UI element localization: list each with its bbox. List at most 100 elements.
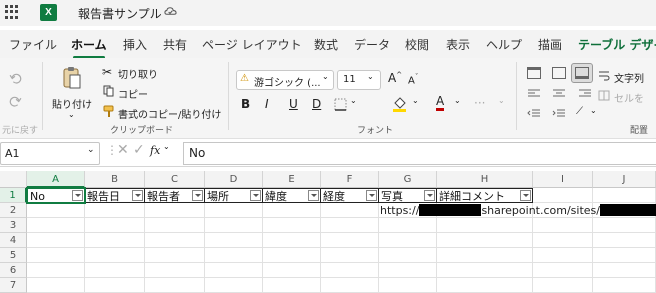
- table-header-cell[interactable]: 場所: [205, 188, 263, 203]
- grid-cell[interactable]: [85, 248, 145, 263]
- italic-button[interactable]: I: [265, 97, 269, 111]
- grid-cell[interactable]: [85, 263, 145, 278]
- cancel-icon[interactable]: ✕: [117, 142, 129, 158]
- grid-cell[interactable]: [145, 218, 205, 233]
- grid-cell[interactable]: [379, 248, 437, 263]
- saved-cloud-icon[interactable]: [164, 5, 177, 18]
- grid-cell[interactable]: [379, 263, 437, 278]
- row-header-3[interactable]: 3: [0, 218, 27, 233]
- fill-color-icon[interactable]: [392, 96, 408, 112]
- grid-cell[interactable]: [27, 278, 85, 293]
- table-header-cell[interactable]: 詳細コメント: [437, 188, 533, 203]
- name-box[interactable]: A1 ⌄: [0, 142, 100, 165]
- column-header-c[interactable]: C: [145, 171, 205, 188]
- chevron-down-icon[interactable]: ⌄: [590, 106, 597, 115]
- row-header-6[interactable]: 6: [0, 263, 27, 278]
- column-header-j[interactable]: J: [593, 171, 656, 188]
- tab-draw[interactable]: 描画: [538, 36, 562, 53]
- tab-formulas[interactable]: 数式: [314, 36, 338, 53]
- column-header-h[interactable]: H: [437, 171, 533, 188]
- filter-dropdown-icon[interactable]: [72, 190, 83, 201]
- grid-cell[interactable]: [437, 278, 533, 293]
- column-header-e[interactable]: E: [263, 171, 321, 188]
- grid-cell[interactable]: [145, 263, 205, 278]
- grid-cell[interactable]: [321, 248, 379, 263]
- align-top-icon[interactable]: [527, 67, 541, 79]
- grid-cell[interactable]: [85, 278, 145, 293]
- grid-cell[interactable]: [533, 218, 593, 233]
- tab-page-layout[interactable]: ページ レイアウト: [202, 36, 302, 53]
- grid-cell[interactable]: [205, 218, 263, 233]
- grid-cell[interactable]: [263, 203, 321, 218]
- grid-cell[interactable]: [593, 188, 656, 203]
- filter-dropdown-icon[interactable]: [424, 190, 435, 201]
- row-header-1[interactable]: 1: [0, 188, 27, 203]
- grid-cell[interactable]: [205, 233, 263, 248]
- wrap-text-icon[interactable]: [598, 70, 610, 82]
- confirm-icon[interactable]: ✓: [133, 142, 145, 158]
- grid-cell[interactable]: [145, 233, 205, 248]
- table-header-cell[interactable]: 経度: [321, 188, 379, 203]
- cut-label[interactable]: 切り取り: [118, 66, 158, 81]
- column-header-d[interactable]: D: [205, 171, 263, 188]
- grid-cell[interactable]: [533, 233, 593, 248]
- grid-cell[interactable]: [593, 263, 656, 278]
- undo-icon[interactable]: [9, 72, 22, 85]
- orientation-icon[interactable]: ⟋: [576, 106, 583, 117]
- grid-cell[interactable]: [321, 218, 379, 233]
- borders-icon[interactable]: [334, 98, 347, 111]
- decrease-indent-icon[interactable]: [527, 108, 541, 118]
- grid-cell[interactable]: [321, 203, 379, 218]
- row-header-4[interactable]: 4: [0, 233, 27, 248]
- tab-share[interactable]: 共有: [163, 36, 187, 53]
- grid-cell[interactable]: [533, 278, 593, 293]
- grid-cell[interactable]: [85, 218, 145, 233]
- grid-cell[interactable]: [27, 218, 85, 233]
- grow-font-icon[interactable]: A^: [388, 71, 402, 85]
- grid-cell[interactable]: [145, 248, 205, 263]
- filter-dropdown-icon[interactable]: [308, 190, 319, 201]
- column-header-f[interactable]: F: [321, 171, 379, 188]
- chevron-down-icon[interactable]: ⌄: [350, 96, 357, 105]
- tab-review[interactable]: 校閲: [405, 36, 429, 53]
- insert-function-icon[interactable]: fx: [150, 144, 160, 157]
- filter-dropdown-icon[interactable]: [132, 190, 143, 201]
- shrink-font-icon[interactable]: Aˇ: [408, 73, 418, 86]
- grid-cell[interactable]: [263, 218, 321, 233]
- grid-cell[interactable]: [145, 203, 205, 218]
- grid-cell[interactable]: [593, 278, 656, 293]
- paste-label[interactable]: 貼り付け: [52, 96, 92, 111]
- grid-cell[interactable]: [205, 203, 263, 218]
- chevron-down-icon[interactable]: ⌄: [163, 142, 170, 151]
- grid-cell[interactable]: [263, 263, 321, 278]
- underline-button[interactable]: U: [289, 97, 298, 111]
- chevron-down-icon[interactable]: ⌄: [412, 96, 419, 105]
- grid-cell[interactable]: [593, 233, 656, 248]
- align-left-icon[interactable]: [527, 88, 541, 98]
- grid-cell[interactable]: [593, 218, 656, 233]
- grid-cell[interactable]: [85, 233, 145, 248]
- copy-label[interactable]: コピー: [118, 86, 148, 101]
- paste-dropdown-chevron-icon[interactable]: ⌄: [68, 110, 75, 119]
- row-header-2[interactable]: 2: [0, 203, 27, 218]
- grid-cell[interactable]: [533, 188, 593, 203]
- grid-cell[interactable]: [437, 263, 533, 278]
- grid-cell[interactable]: [205, 248, 263, 263]
- grid-cell[interactable]: [593, 248, 656, 263]
- tab-insert[interactable]: 挿入: [123, 36, 147, 53]
- select-all-corner[interactable]: [0, 171, 27, 188]
- merge-center-icon[interactable]: [598, 90, 610, 101]
- font-color-icon[interactable]: A: [436, 95, 445, 111]
- grid-cell[interactable]: [27, 263, 85, 278]
- table-header-cell[interactable]: 緯度: [263, 188, 321, 203]
- column-header-b[interactable]: B: [85, 171, 145, 188]
- font-name-select[interactable]: ⚠ 游ゴシック (... ⌄: [236, 70, 334, 90]
- grid-cell[interactable]: [533, 248, 593, 263]
- merge-label[interactable]: セルを: [614, 90, 644, 105]
- grid-cell[interactable]: [27, 233, 85, 248]
- filter-dropdown-icon[interactable]: [366, 190, 377, 201]
- grid-cell[interactable]: [263, 248, 321, 263]
- filter-dropdown-icon[interactable]: [250, 190, 261, 201]
- table-header-cell[interactable]: No: [27, 188, 85, 203]
- row-header-7[interactable]: 7: [0, 278, 27, 293]
